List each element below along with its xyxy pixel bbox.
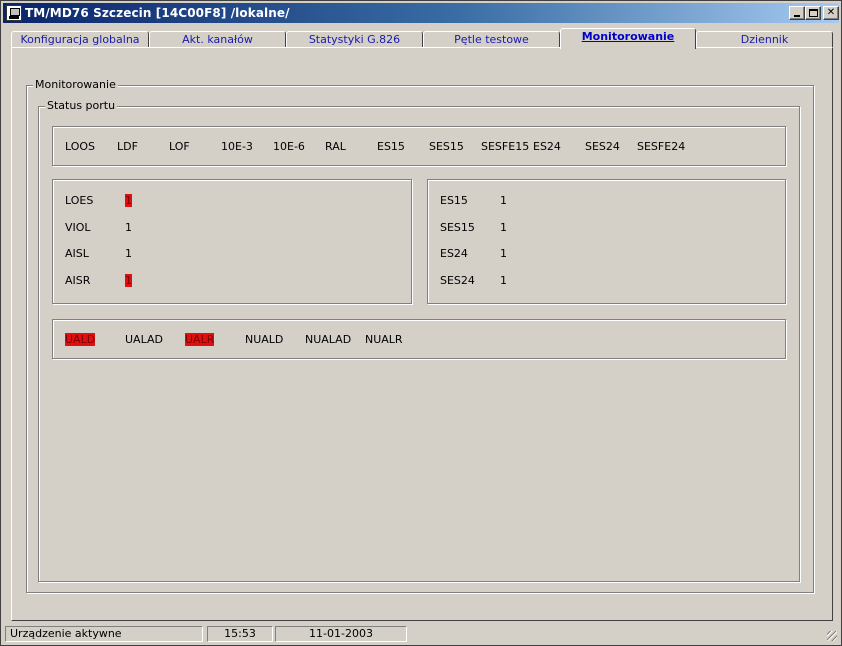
indicator-nuald: NUALD	[245, 333, 284, 346]
status-bar: Urządzenie aktywne 15:53 11-01-2003	[3, 625, 839, 643]
row-value-es15: 1	[500, 194, 507, 207]
indicator-ualad: UALAD	[125, 333, 163, 346]
indicator-sesfe24: SESFE24	[637, 140, 686, 153]
indicator-es15: ES15	[377, 140, 405, 153]
resize-grip-icon[interactable]	[827, 631, 837, 641]
row-label-es15: ES15	[440, 194, 468, 207]
port-status-group-label: Status portu	[45, 99, 118, 112]
indicator-nualr: NUALR	[365, 333, 403, 346]
indicator-ses15: SES15	[429, 140, 464, 153]
row-value-viol: 1	[125, 221, 132, 234]
row-label-ses24: SES24	[440, 274, 475, 287]
tab-akt-kanalow[interactable]: Akt. kanałów	[149, 31, 286, 48]
row-label-es24: ES24	[440, 247, 468, 260]
indicator-ldf: LDF	[117, 140, 138, 153]
tab-petle-testowe[interactable]: Pętle testowe	[423, 31, 560, 48]
indicator-es24: ES24	[533, 140, 561, 153]
row-value-es24: 1	[500, 247, 507, 260]
indicator-nualad: NUALAD	[305, 333, 352, 346]
tab-dziennik[interactable]: Dziennik	[696, 31, 833, 48]
tab-konfiguracja-globalna[interactable]: Konfiguracja globalna	[11, 31, 149, 48]
status-time: 15:53	[207, 626, 273, 642]
top-indicator-panel: LOOS LDF LOF 10E-3 10E-6 RAL ES15 SES15 …	[52, 126, 786, 166]
minimize-icon	[794, 15, 800, 17]
row-label-aisl: AISL	[65, 247, 89, 260]
port-status-group: Status portu LOOS LDF LOF 10E-3 10E-6 RA…	[38, 99, 800, 582]
status-text: Urządzenie aktywne	[5, 626, 203, 642]
row-value-ses15: 1	[500, 221, 507, 234]
indicator-sesfe15: SESFE15	[481, 140, 530, 153]
row-value-ses24: 1	[500, 274, 507, 287]
minimize-button[interactable]	[789, 6, 805, 20]
tab-statystyki-g826[interactable]: Statystyki G.826	[286, 31, 423, 48]
row-label-aisr: AISR	[65, 274, 91, 287]
bottom-indicator-panel: UALD UALAD UALR NUALD NUALAD NUALR	[52, 319, 786, 359]
left-counter-panel: LOES 1 VIOL 1 AISL 1 AISR 1	[52, 179, 412, 304]
app-window: TM/MD76 Szczecin [14C00F8] /lokalne/ ✕ K…	[0, 0, 842, 646]
row-label-viol: VIOL	[65, 221, 91, 234]
close-button[interactable]: ✕	[823, 6, 839, 20]
row-label-loes: LOES	[65, 194, 94, 207]
tab-monitorowanie[interactable]: Monitorowanie	[560, 28, 696, 49]
indicator-uald: UALD	[65, 333, 96, 346]
window-title: TM/MD76 Szczecin [14C00F8] /lokalne/	[25, 6, 290, 20]
indicator-loos: LOOS	[65, 140, 96, 153]
monitoring-group-label: Monitorowanie	[33, 78, 118, 91]
indicator-lof: LOF	[169, 140, 190, 153]
monitoring-group: Monitorowanie Status portu LOOS LDF LOF …	[26, 78, 814, 593]
right-counter-panel: ES15 1 SES15 1 ES24 1 SES24 1	[427, 179, 786, 304]
close-icon: ✕	[826, 7, 836, 18]
indicator-ses24: SES24	[585, 140, 620, 153]
indicator-10e-3: 10E-3	[221, 140, 253, 153]
status-date: 11-01-2003	[275, 626, 407, 642]
tab-panel: Monitorowanie Status portu LOOS LDF LOF …	[11, 47, 833, 621]
row-value-aisr: 1	[125, 274, 132, 287]
row-value-loes: 1	[125, 194, 132, 207]
app-icon[interactable]	[6, 5, 22, 21]
maximize-button[interactable]	[805, 6, 821, 20]
indicator-ualr: UALR	[185, 333, 215, 346]
row-label-ses15: SES15	[440, 221, 475, 234]
indicator-ral: RAL	[325, 140, 346, 153]
title-bar[interactable]: TM/MD76 Szczecin [14C00F8] /lokalne/ ✕	[3, 3, 839, 23]
tab-strip: Konfiguracja globalna Akt. kanałów Staty…	[11, 28, 833, 49]
indicator-10e-6: 10E-6	[273, 140, 305, 153]
maximize-icon	[808, 9, 818, 17]
row-value-aisl: 1	[125, 247, 132, 260]
